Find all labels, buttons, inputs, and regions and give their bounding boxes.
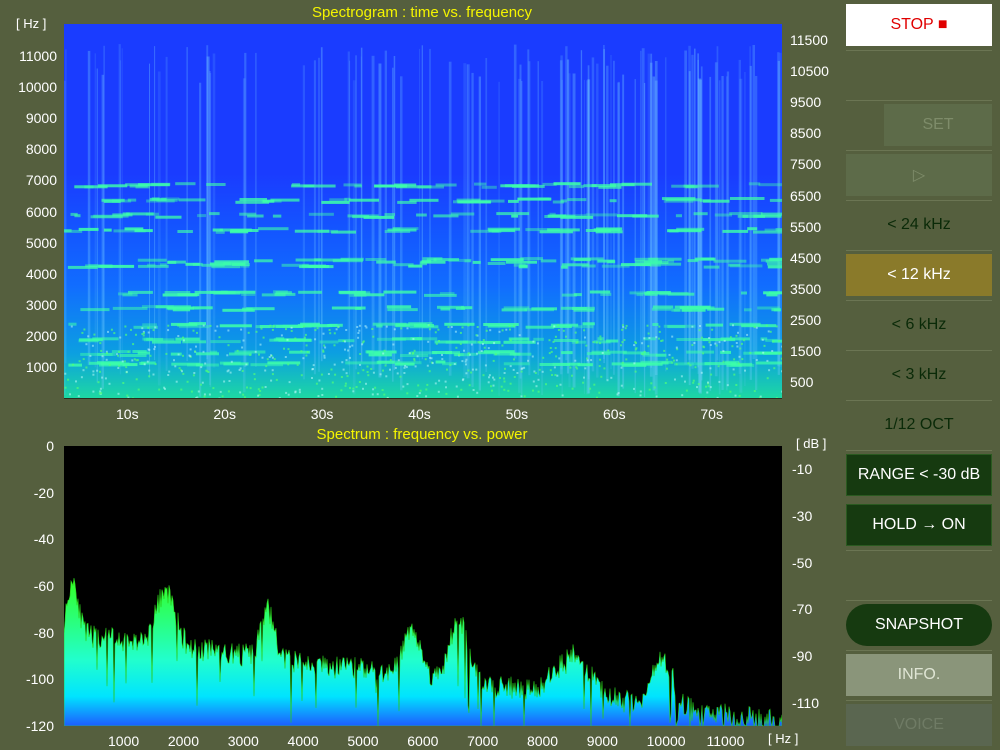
spectrogram-unit-label: [ Hz ]	[16, 16, 47, 31]
spectrogram-freq-tick-right: 7500	[790, 156, 822, 173]
spectrogram-canvas	[64, 44, 782, 398]
spectrum-hz-unit: [ Hz ]	[768, 731, 799, 746]
spectrogram-freq-tick: 4000	[25, 265, 57, 282]
spectrum-freq-tick: 3000	[227, 733, 259, 749]
spectrogram-freq-tick-right: 11500	[790, 32, 828, 48]
spectrogram-time-tick: 40s	[408, 406, 431, 422]
spectrogram-freq-tick: 9000	[25, 110, 57, 127]
spectrogram-freq-tick-right: 5500	[790, 218, 822, 235]
voice-button[interactable]: VOICE	[846, 704, 992, 746]
range-6khz-button[interactable]: < 6 kHz	[846, 304, 992, 346]
spectrum-db-tick: -120	[25, 718, 54, 735]
spectrogram-freq-tick-right: 8500	[790, 125, 822, 142]
play-button[interactable]: ▷	[846, 154, 992, 196]
spectrogram-freq-tick-right: 6500	[790, 187, 822, 204]
set-button[interactable]: SET	[884, 104, 992, 146]
spectrum-db-unit: [ dB ]	[796, 436, 827, 451]
range-12khz-button[interactable]: < 12 kHz	[846, 254, 992, 296]
spectrogram-freq-tick-right: 500	[790, 374, 814, 391]
spectrum-freq-tick: 1000	[108, 733, 140, 749]
spectrum-freq-tick: 5000	[347, 733, 379, 749]
stop-button[interactable]: STOP ■	[846, 4, 992, 46]
spectrum-freq-tick: 7000	[467, 733, 499, 749]
spectrum-freq-tick: 6000	[407, 733, 439, 749]
spectrogram-time-tick: 30s	[310, 406, 334, 422]
spectrogram-freq-tick: 5000	[25, 234, 57, 251]
spectrum-freq-tick: 4000	[287, 733, 319, 749]
spectrum-db-tick: 0	[46, 438, 54, 454]
spectrum-title: Spectrum : frequency vs. power	[316, 426, 528, 443]
spectrogram-freq-tick: 11000	[19, 48, 57, 64]
hold-toggle-button[interactable]: HOLD → ON	[846, 504, 992, 546]
spectrogram-time-axis	[64, 398, 782, 399]
spectrogram-plot	[64, 24, 782, 398]
spectrum-db-tick-right: -110	[792, 695, 819, 711]
spectrogram-time-tick: 20s	[213, 406, 236, 422]
spectrum-db-tick-right: -70	[792, 601, 813, 618]
spectrogram-freq-tick: 1000	[25, 359, 57, 375]
spectrum-db-tick-right: -90	[792, 648, 813, 665]
db-range-button[interactable]: RANGE < -30 dB	[846, 454, 992, 496]
spectrogram-freq-tick-right: 4500	[790, 249, 822, 266]
spectrogram-time-tick: 60s	[603, 406, 626, 422]
spectrogram-freq-tick: 10000	[18, 79, 57, 96]
snapshot-button[interactable]: SNAPSHOT	[846, 604, 992, 646]
spectrogram-time-tick: 10s	[116, 406, 139, 422]
info-button[interactable]: INFO.	[846, 654, 992, 696]
spectrum-freq-tick: 2000	[167, 733, 199, 749]
spectrogram-freq-tick-right: 10500	[790, 63, 829, 80]
spectrum-canvas	[64, 577, 782, 726]
spectrogram-freq-tick-right: 2500	[790, 311, 822, 328]
spectrogram-freq-tick-right: 1500	[790, 343, 822, 359]
spectrogram-freq-tick: 3000	[25, 296, 57, 313]
spectrum-db-tick: -100	[25, 671, 54, 688]
spectrum-plot	[64, 446, 782, 726]
spectrogram-freq-tick: 7000	[25, 172, 57, 189]
spectrum-freq-tick: 11000	[706, 733, 745, 749]
spectrum-freq-tick: 8000	[526, 733, 559, 749]
spectrum-db-tick: -20	[33, 484, 54, 501]
spectrum-db-tick-right: -30	[792, 507, 813, 524]
spectrogram-title: Spectrogram : time vs. frequency	[311, 4, 533, 21]
range-24khz-button[interactable]: < 24 kHz	[846, 204, 992, 246]
spectrum-db-tick: -60	[33, 578, 54, 594]
spectrogram-freq-tick: 2000	[25, 327, 57, 344]
spectrum-db-tick: -40	[33, 531, 54, 548]
spectrogram-freq-tick: 8000	[25, 141, 57, 158]
spectrum-freq-tick: 10000	[646, 733, 686, 749]
spectrogram-time-tick: 50s	[505, 406, 529, 422]
octave-button[interactable]: 1/12 OCT	[846, 404, 992, 446]
spectrum-db-tick: -80	[33, 624, 54, 641]
spectrum-db-tick-right: -10	[792, 461, 813, 477]
spectrogram-freq-tick-right: 9500	[790, 94, 822, 111]
spectrogram-freq-tick: 6000	[25, 203, 57, 220]
spectrogram-freq-tick-right: 3500	[790, 280, 822, 297]
spectrum-db-tick-right: -50	[792, 554, 813, 571]
spectrum-trace	[64, 577, 782, 726]
spectrum-freq-tick: 9000	[586, 733, 618, 749]
range-3khz-button[interactable]: < 3 kHz	[846, 354, 992, 396]
spectrogram-time-tick: 70s	[700, 406, 723, 422]
